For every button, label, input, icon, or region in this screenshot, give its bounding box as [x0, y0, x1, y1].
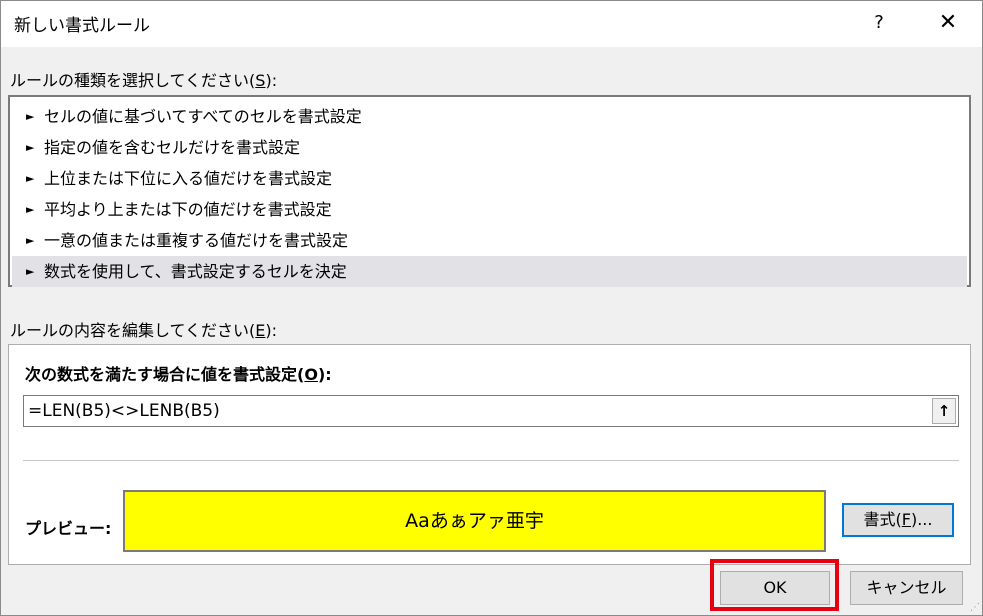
formula-input[interactable]: =LEN(B5)<>LENB(B5) ↑	[23, 395, 959, 427]
rule-type-item-label: 数式を使用して、書式設定するセルを決定	[44, 262, 347, 281]
ok-highlight-annotation	[710, 559, 839, 611]
bullet-arrow-icon: ►	[26, 265, 35, 278]
resize-grip-icon[interactable]: ⋰	[970, 602, 980, 613]
rule-type-item-label: セルの値に基づいてすべてのセルを書式設定	[44, 107, 362, 126]
bullet-arrow-icon: ►	[26, 203, 35, 216]
rule-type-item-label: 一意の値または重複する値だけを書式設定	[44, 231, 349, 250]
bullet-arrow-icon: ►	[26, 172, 35, 185]
rule-type-item-label: 平均より上または下の値だけを書式設定	[44, 200, 332, 219]
new-format-rule-dialog: 新しい書式ルール ? ✕ ルールの種類を選択してください(S): ► セルの値に基…	[0, 0, 983, 616]
bullet-arrow-icon: ►	[26, 234, 35, 247]
rule-type-item[interactable]: ► 一意の値または重複する値だけを書式設定	[12, 225, 967, 256]
formula-value: =LEN(B5)<>LENB(B5)	[28, 401, 220, 421]
rule-edit-panel: 次の数式を満たす場合に値を書式設定(O): =LEN(B5)<>LENB(B5)…	[8, 344, 971, 565]
rule-type-list[interactable]: ► セルの値に基づいてすべてのセルを書式設定 ► 指定の値を含むセルだけを書式設定 ► 上…	[8, 95, 971, 287]
dialog-title: 新しい書式ルール	[14, 16, 150, 36]
title-bar: 新しい書式ルール ? ✕	[1, 1, 982, 47]
rule-type-item[interactable]: ► 数式を使用して、書式設定するセルを決定	[12, 256, 967, 287]
rule-type-item[interactable]: ► 平均より上または下の値だけを書式設定	[12, 194, 967, 225]
bullet-arrow-icon: ►	[26, 141, 35, 154]
preview-box: Aaあぁアァ亜宇	[123, 490, 826, 552]
collapse-dialog-button[interactable]: ↑	[932, 398, 956, 424]
rule-type-label: ルールの種類を選択してください(S):	[10, 71, 278, 90]
rule-type-item[interactable]: ► セルの値に基づいてすべてのセルを書式設定	[12, 101, 967, 132]
bullet-arrow-icon: ►	[26, 110, 35, 123]
formula-label: 次の数式を満たす場合に値を書式設定(O):	[25, 365, 332, 384]
collapse-arrow-icon: ↑	[937, 402, 951, 420]
rule-type-item-label: 上位または下位に入る値だけを書式設定	[44, 169, 333, 188]
preview-text: Aaあぁアァ亜宇	[405, 510, 544, 532]
rule-type-item[interactable]: ► 上位または下位に入る値だけを書式設定	[12, 163, 967, 194]
rule-type-item[interactable]: ► 指定の値を含むセルだけを書式設定	[12, 132, 967, 163]
cancel-button[interactable]: キャンセル	[850, 571, 963, 605]
rule-type-item-label: 指定の値を含むセルだけを書式設定	[44, 138, 301, 157]
close-button[interactable]: ✕	[930, 6, 966, 40]
close-icon: ✕	[938, 10, 958, 35]
help-button[interactable]: ?	[861, 6, 897, 40]
divider	[23, 460, 959, 461]
preview-label: プレビュー:	[25, 519, 112, 538]
format-button[interactable]: 書式(F)...	[842, 503, 954, 537]
rule-edit-label: ルールの内容を編集してください(E):	[10, 321, 278, 340]
